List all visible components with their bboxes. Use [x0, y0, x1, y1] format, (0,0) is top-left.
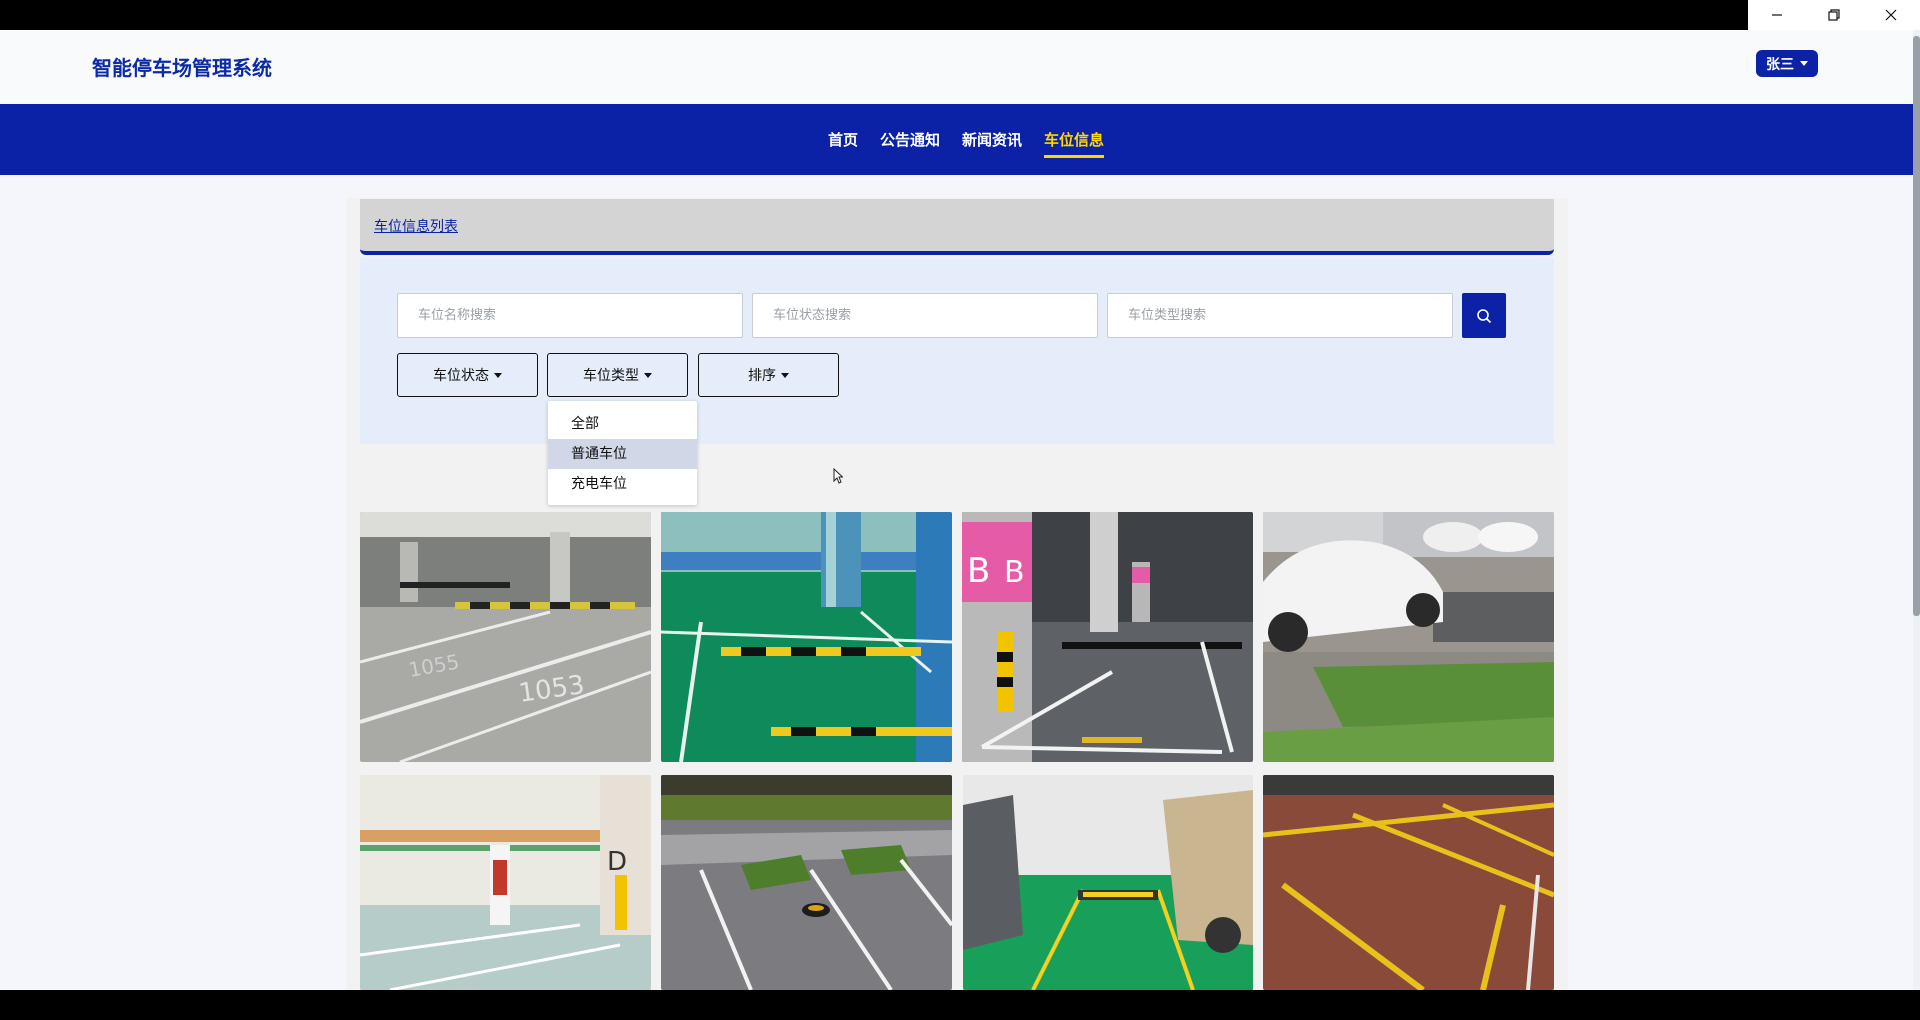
parking-image: [661, 512, 952, 762]
user-menu-button[interactable]: 张三: [1756, 50, 1818, 77]
dropdown-item-charging[interactable]: 充电车位: [548, 469, 697, 499]
minimize-icon[interactable]: [1757, 0, 1797, 30]
caret-down-icon: [781, 372, 789, 378]
bottom-taskbar: [0, 990, 1920, 1020]
parking-image: D: [360, 775, 651, 990]
nav-item-home[interactable]: 首页: [828, 123, 858, 156]
type-search-input[interactable]: [1107, 293, 1453, 338]
type-dropdown-menu: 全部 普通车位 充电车位: [548, 401, 697, 505]
caret-down-icon: [494, 372, 502, 378]
nav-item-news[interactable]: 新闻资讯: [962, 123, 1022, 156]
restore-icon[interactable]: [1814, 0, 1854, 30]
parking-card[interactable]: [661, 775, 952, 990]
site-header: [0, 30, 1920, 104]
chevron-down-icon: [1800, 61, 1808, 66]
type-filter-label: 车位类型: [583, 368, 639, 384]
nav-item-parking-info[interactable]: 车位信息: [1044, 123, 1105, 158]
parking-card[interactable]: [1263, 512, 1554, 762]
name-search-input[interactable]: [397, 293, 743, 338]
search-icon: [1477, 308, 1492, 323]
site-title[interactable]: 智能停车场管理系统: [92, 52, 272, 81]
parking-card[interactable]: [1263, 775, 1554, 990]
parking-card[interactable]: [661, 512, 952, 762]
nav-item-announcements[interactable]: 公告通知: [880, 123, 940, 156]
search-panel: [360, 258, 1554, 444]
parking-image: 1053 1055: [360, 512, 651, 762]
window-controls: [1748, 0, 1920, 30]
sort-button[interactable]: 排序: [698, 353, 839, 397]
main-navbar: 首页 公告通知 新闻资讯 车位信息: [0, 104, 1920, 175]
svg-text:B: B: [1004, 555, 1025, 590]
status-filter-label: 车位状态: [433, 368, 489, 384]
parking-card[interactable]: [963, 775, 1254, 990]
type-filter-button[interactable]: 车位类型: [547, 353, 688, 397]
search-button[interactable]: [1462, 293, 1506, 338]
parking-card[interactable]: D: [360, 775, 651, 990]
close-icon[interactable]: [1871, 0, 1911, 30]
parking-image: [661, 775, 952, 990]
dropdown-item-all[interactable]: 全部: [548, 409, 697, 439]
parking-image: [963, 775, 1253, 990]
status-search-input[interactable]: [752, 293, 1098, 338]
parking-card[interactable]: B B: [962, 512, 1253, 762]
user-name: 张三: [1766, 56, 1794, 73]
nav-menu: 首页 公告通知 新闻资讯 车位信息: [0, 104, 1920, 175]
status-filter-button[interactable]: 车位状态: [397, 353, 538, 397]
mouse-cursor-icon: [833, 468, 843, 484]
breadcrumb-title[interactable]: 车位信息列表: [374, 216, 458, 236]
parking-image: [1263, 512, 1554, 762]
svg-text:B: B: [967, 551, 990, 591]
svg-text:D: D: [607, 847, 627, 877]
scrollbar-thumb[interactable]: [1913, 36, 1920, 616]
dropdown-item-regular[interactable]: 普通车位: [548, 439, 697, 469]
parking-image: [1263, 775, 1554, 990]
parking-card[interactable]: 1053 1055: [360, 512, 651, 762]
sort-label: 排序: [748, 368, 776, 384]
caret-down-icon: [644, 372, 652, 378]
parking-image: B B: [962, 512, 1253, 762]
window-titlebar: [0, 0, 1920, 30]
panel-header: 车位信息列表: [360, 199, 1554, 255]
